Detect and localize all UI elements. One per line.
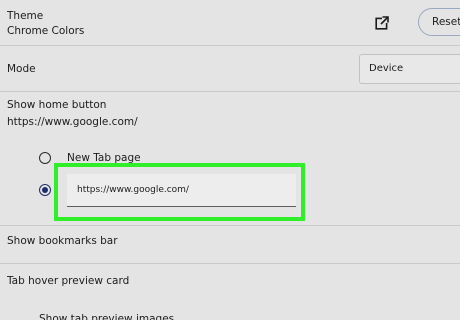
- divider: [0, 225, 460, 226]
- tab-preview-images-label: Show tab preview images: [39, 313, 175, 320]
- reset-theme-button[interactable]: Reset: [418, 8, 460, 36]
- home-button-title: Show home button: [7, 99, 107, 111]
- open-in-new-icon[interactable]: [375, 15, 389, 30]
- custom-url-radio[interactable]: [39, 184, 51, 196]
- theme-value: Chrome Colors: [7, 25, 85, 37]
- mode-label: Mode: [7, 63, 36, 75]
- divider: [0, 263, 460, 264]
- bookmarks-bar-label: Show bookmarks bar: [7, 235, 118, 247]
- divider: [0, 91, 460, 92]
- theme-title: Theme: [7, 10, 44, 22]
- custom-url-input[interactable]: https://www.google.com/: [67, 174, 296, 207]
- mode-select[interactable]: Device: [359, 54, 460, 84]
- home-button-url-summary: https://www.google.com/: [7, 116, 138, 128]
- tab-hover-label: Tab hover preview card: [7, 275, 130, 287]
- new-tab-page-radio[interactable]: [39, 152, 51, 164]
- divider: [0, 45, 460, 46]
- appearance-settings-page: Theme Chrome Colors Reset Mode Device Sh…: [0, 0, 460, 320]
